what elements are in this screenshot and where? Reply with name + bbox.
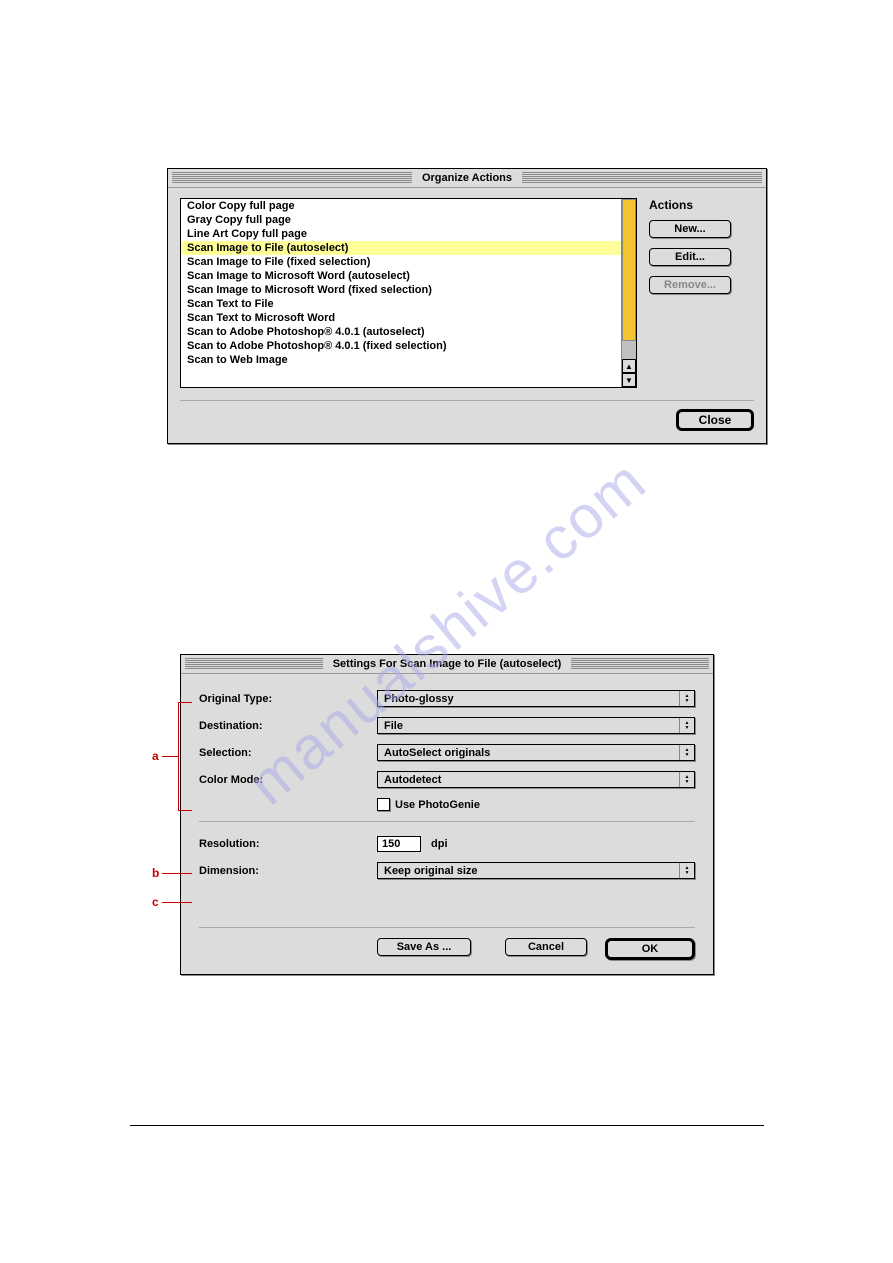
listbox-items: Color Copy full page Gray Copy full page… <box>181 199 621 387</box>
dropdown-arrows-icon: ▲▼ <box>679 772 694 787</box>
dialog-footer: Close <box>180 400 754 431</box>
close-button[interactable]: Close <box>676 409 754 431</box>
color-mode-label: Color Mode: <box>199 774 377 786</box>
callout-b: b <box>152 866 159 880</box>
selection-dropdown[interactable]: AutoSelect originals ▲▼ <box>377 744 695 761</box>
destination-dropdown[interactable]: File ▲▼ <box>377 717 695 734</box>
list-item[interactable]: Color Copy full page <box>181 199 621 213</box>
callout-line <box>162 873 192 874</box>
original-type-label: Original Type: <box>199 693 377 705</box>
scroll-track[interactable] <box>622 341 636 359</box>
settings-dialog: Settings For Scan Image to File (autosel… <box>180 654 714 975</box>
dropdown-value: File <box>378 720 679 732</box>
color-mode-dropdown[interactable]: Autodetect ▲▼ <box>377 771 695 788</box>
dropdown-arrows-icon: ▲▼ <box>679 863 694 878</box>
dropdown-value: Autodetect <box>378 774 679 786</box>
dropdown-arrows-icon: ▲▼ <box>679 745 694 760</box>
callout-line <box>162 902 192 903</box>
callout-line <box>178 702 192 703</box>
edit-button[interactable]: Edit... <box>649 248 731 266</box>
titlebar-stripes <box>571 658 709 670</box>
resolution-label: Resolution: <box>199 838 377 850</box>
callout-line <box>162 756 178 757</box>
list-item[interactable]: Scan Image to File (fixed selection) <box>181 255 621 269</box>
photogenie-row: Use PhotoGenie <box>377 798 695 811</box>
list-item[interactable]: Scan Image to Microsoft Word (fixed sele… <box>181 283 621 297</box>
dialog-title: Settings For Scan Image to File (autosel… <box>327 658 568 670</box>
titlebar-stripes <box>522 172 762 184</box>
cancel-button[interactable]: Cancel <box>505 938 587 956</box>
dimension-label: Dimension: <box>199 865 377 877</box>
list-item[interactable]: Line Art Copy full page <box>181 227 621 241</box>
scroll-thumb[interactable] <box>622 199 636 341</box>
dialog-title: Organize Actions <box>416 172 518 184</box>
titlebar-stripes <box>185 658 323 670</box>
resolution-input[interactable] <box>377 836 421 852</box>
organize-actions-dialog: Organize Actions Color Copy full page Gr… <box>167 168 767 444</box>
save-as-button[interactable]: Save As ... <box>377 938 471 956</box>
selection-label: Selection: <box>199 747 377 759</box>
dropdown-value: AutoSelect originals <box>378 747 679 759</box>
remove-button[interactable]: Remove... <box>649 276 731 294</box>
dialog-titlebar: Settings For Scan Image to File (autosel… <box>181 655 713 674</box>
list-item[interactable]: Scan Image to Microsoft Word (autoselect… <box>181 269 621 283</box>
callout-c: c <box>152 895 159 909</box>
dpi-label: dpi <box>431 838 448 850</box>
dialog-titlebar: Organize Actions <box>168 169 766 188</box>
new-button[interactable]: New... <box>649 220 731 238</box>
list-item[interactable]: Scan Text to File <box>181 297 621 311</box>
actions-panel: Actions New... Edit... Remove... <box>649 198 754 388</box>
callout-line <box>178 810 192 811</box>
list-item-selected[interactable]: Scan Image to File (autoselect) <box>181 241 621 255</box>
photogenie-checkbox[interactable] <box>377 798 390 811</box>
original-type-dropdown[interactable]: Photo-glossy ▲▼ <box>377 690 695 707</box>
scrollbar[interactable]: ▲ ▼ <box>621 199 636 387</box>
titlebar-stripes <box>172 172 412 184</box>
scroll-down-icon[interactable]: ▼ <box>622 373 636 387</box>
callout-vline <box>178 702 179 810</box>
page-divider <box>130 1125 764 1126</box>
dropdown-arrows-icon: ▲▼ <box>679 718 694 733</box>
list-item[interactable]: Scan Text to Microsoft Word <box>181 311 621 325</box>
photogenie-label: Use PhotoGenie <box>395 799 480 811</box>
callout-a: a <box>152 749 159 763</box>
list-item[interactable]: Scan to Web Image <box>181 353 621 367</box>
form-section-a: Original Type: Photo-glossy ▲▼ Destinati… <box>199 690 695 811</box>
dimension-dropdown[interactable]: Keep original size ▲▼ <box>377 862 695 879</box>
actions-heading: Actions <box>649 198 754 212</box>
scroll-up-icon[interactable]: ▲ <box>622 359 636 373</box>
list-item[interactable]: Gray Copy full page <box>181 213 621 227</box>
dropdown-value: Photo-glossy <box>378 693 679 705</box>
destination-label: Destination: <box>199 720 377 732</box>
actions-listbox[interactable]: Color Copy full page Gray Copy full page… <box>180 198 637 388</box>
dropdown-arrows-icon: ▲▼ <box>679 691 694 706</box>
list-item[interactable]: Scan to Adobe Photoshop® 4.0.1 (autosele… <box>181 325 621 339</box>
dialog-footer: Save As ... Cancel OK <box>199 927 695 960</box>
ok-button[interactable]: OK <box>605 938 695 960</box>
dropdown-value: Keep original size <box>378 865 679 877</box>
divider <box>199 821 695 822</box>
list-item[interactable]: Scan to Adobe Photoshop® 4.0.1 (fixed se… <box>181 339 621 353</box>
